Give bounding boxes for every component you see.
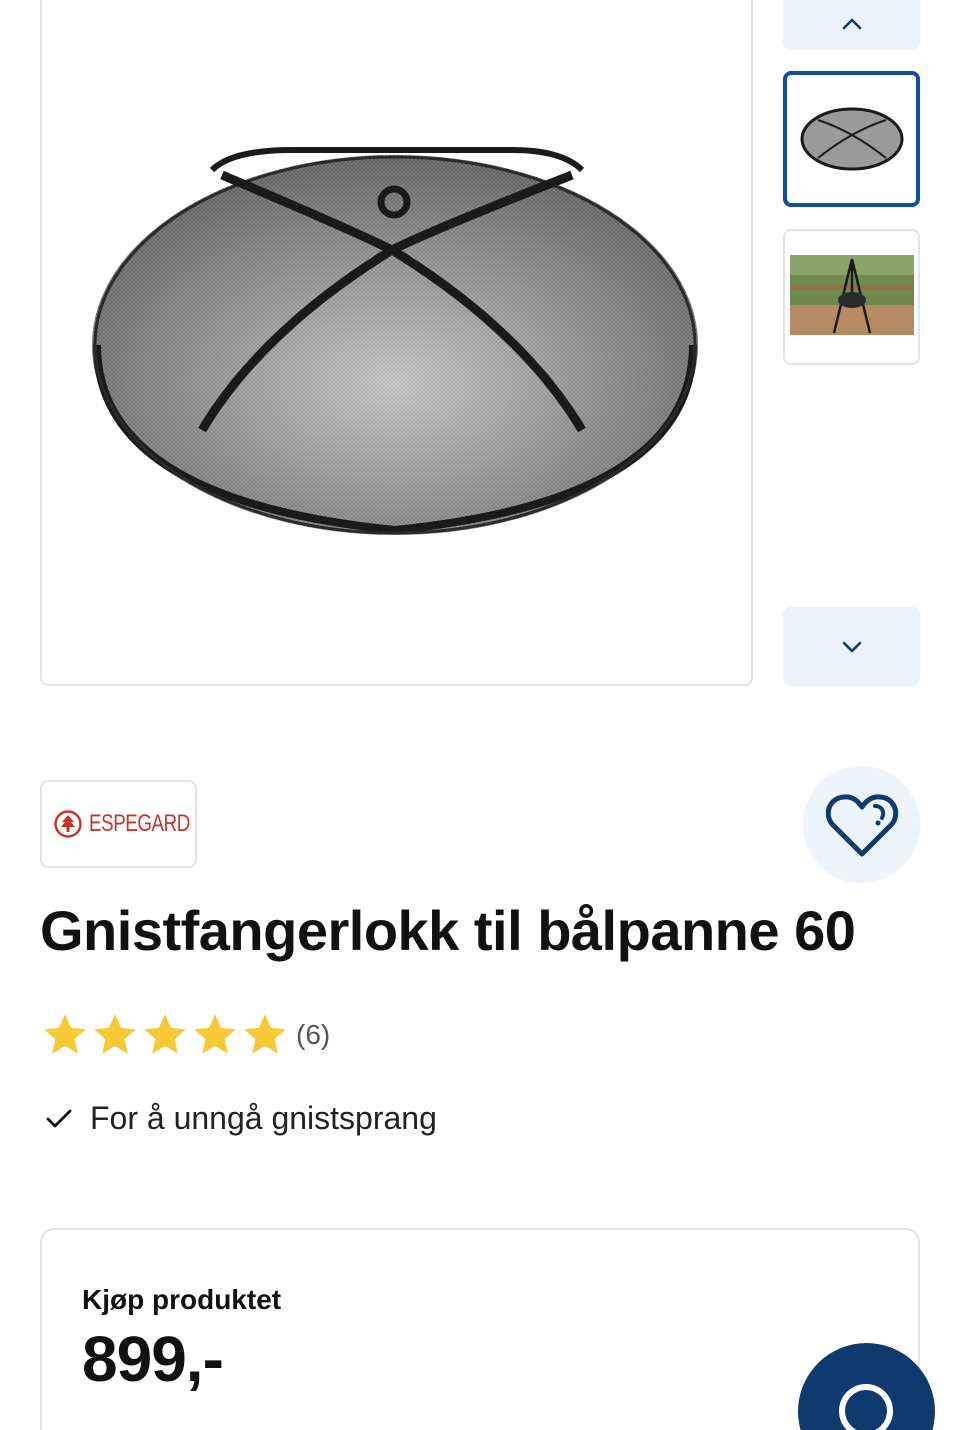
spark-screen-thumbnail bbox=[800, 107, 903, 171]
chat-icon bbox=[839, 1384, 893, 1430]
buy-label: Kjøp produktet bbox=[82, 1284, 282, 1315]
main-product-image[interactable] bbox=[40, 0, 753, 686]
thumbnail-outdoor-photo[interactable] bbox=[783, 229, 920, 365]
thumbnail-scroll-down-button[interactable] bbox=[783, 607, 920, 686]
star-icon bbox=[194, 1014, 236, 1054]
thumbnail-scroll-up-button[interactable] bbox=[783, 0, 920, 50]
chevron-up-icon bbox=[842, 18, 861, 30]
star-icon bbox=[94, 1014, 136, 1054]
buy-product-card: Kjøp produktet 899,- bbox=[40, 1228, 920, 1430]
heart-icon bbox=[825, 793, 898, 856]
chevron-down-icon bbox=[842, 641, 861, 652]
feature-item: For å unngå gnistsprang bbox=[44, 1100, 437, 1137]
review-count: (6) bbox=[296, 1019, 331, 1050]
spark-screen-image bbox=[92, 147, 698, 535]
brand-name: ESPEGARD bbox=[89, 810, 190, 837]
outdoor-photo-thumbnail bbox=[789, 255, 914, 339]
rating-stars bbox=[40, 1010, 290, 1060]
add-to-favorites-button[interactable] bbox=[803, 766, 920, 883]
brand-logo-link[interactable]: ESPEGARD bbox=[40, 780, 197, 868]
star-icon bbox=[44, 1014, 86, 1054]
feature-text: For å unngå gnistsprang bbox=[90, 1100, 437, 1136]
product-title: Gnistfangerlokk til bålpanne 60 bbox=[40, 899, 856, 962]
product-rating[interactable]: (6) bbox=[40, 1010, 330, 1060]
thumbnail-spark-screen[interactable] bbox=[783, 71, 920, 207]
tree-logo-icon bbox=[54, 810, 82, 838]
check-icon bbox=[46, 1109, 72, 1127]
star-icon bbox=[144, 1014, 186, 1054]
star-icon bbox=[244, 1014, 286, 1054]
product-price: 899,- bbox=[82, 1323, 224, 1395]
